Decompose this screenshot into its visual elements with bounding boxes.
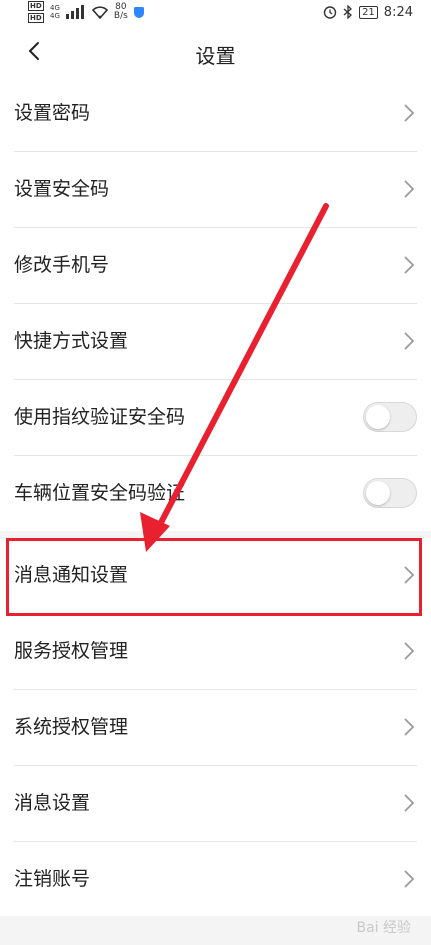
status-bar-left: HD HD 4G 4G 80 B/s	[28, 0, 144, 24]
network-type-2: 4G	[50, 12, 60, 20]
toggle-knob	[366, 481, 390, 505]
hd-badge-1: HD	[28, 1, 44, 11]
toggle-knob	[366, 405, 390, 429]
signal-icon	[65, 5, 84, 19]
vehicle-location-toggle[interactable]	[363, 478, 417, 508]
app-header: 设置	[0, 24, 431, 82]
settings-row-change-phone[interactable]: 修改手机号	[14, 228, 417, 304]
chevron-right-icon	[404, 256, 415, 274]
settings-row-shortcut[interactable]: 快捷方式设置	[14, 304, 417, 380]
settings-row-service-auth[interactable]: 服务授权管理	[14, 614, 417, 690]
settings-row-fingerprint: 使用指纹验证安全码	[14, 380, 417, 456]
row-label: 注销账号	[14, 868, 91, 890]
chevron-right-icon	[404, 104, 415, 122]
settings-row-delete-account[interactable]: 注销账号	[14, 842, 417, 917]
status-bar-right: 21 8:24	[323, 0, 413, 24]
settings-row-notification[interactable]: 消息通知设置	[14, 538, 417, 614]
row-label: 快捷方式设置	[14, 330, 129, 352]
status-bar: HD HD 4G 4G 80 B/s 21 8:24	[0, 0, 431, 24]
wifi-icon	[91, 5, 108, 19]
chevron-right-icon	[404, 642, 415, 660]
battery-icon: 21	[359, 5, 378, 19]
page-title: 设置	[195, 44, 236, 68]
row-label: 设置安全码	[14, 178, 110, 200]
watermark: Bai 经验	[356, 920, 411, 936]
settings-group-account: 设置密码 设置安全码 修改手机号 快捷方式设置 使用指纹验证安全码 车辆位置安全…	[0, 76, 431, 531]
settings-row-vehicle-location: 车辆位置安全码验证	[14, 456, 417, 531]
chevron-right-icon	[404, 794, 415, 812]
speed-unit: B/s	[113, 11, 128, 21]
network-indicators: HD HD	[28, 1, 44, 23]
network-type: 4G 4G	[50, 4, 60, 20]
settings-row-system-auth[interactable]: 系统授权管理	[14, 690, 417, 766]
row-label: 使用指纹验证安全码	[14, 406, 186, 428]
chevron-right-icon	[404, 870, 415, 888]
network-type-1: 4G	[50, 4, 60, 12]
fingerprint-toggle[interactable]	[363, 402, 417, 432]
network-speed: 80 B/s	[114, 3, 128, 21]
settings-row-set-password[interactable]: 设置密码	[14, 76, 417, 152]
alarm-icon	[323, 6, 337, 19]
status-time: 8:24	[383, 4, 413, 20]
row-label: 设置密码	[14, 102, 91, 124]
bluetooth-icon	[343, 5, 353, 19]
hd-badge-2: HD	[28, 13, 44, 23]
row-label: 消息设置	[14, 792, 91, 814]
settings-group-privacy: 消息通知设置 服务授权管理 系统授权管理 消息设置 注销账号	[0, 538, 431, 916]
row-label: 修改手机号	[14, 254, 110, 276]
chevron-right-icon	[404, 332, 415, 350]
shield-icon	[133, 6, 144, 18]
row-label: 服务授权管理	[14, 640, 129, 662]
chevron-right-icon	[404, 180, 415, 198]
row-label: 系统授权管理	[14, 716, 129, 738]
row-label: 车辆位置安全码验证	[14, 482, 186, 504]
settings-row-set-security-code[interactable]: 设置安全码	[14, 152, 417, 228]
settings-row-message[interactable]: 消息设置	[14, 766, 417, 842]
chevron-right-icon	[404, 718, 415, 736]
row-label: 消息通知设置	[14, 564, 129, 586]
chevron-right-icon	[404, 566, 415, 584]
